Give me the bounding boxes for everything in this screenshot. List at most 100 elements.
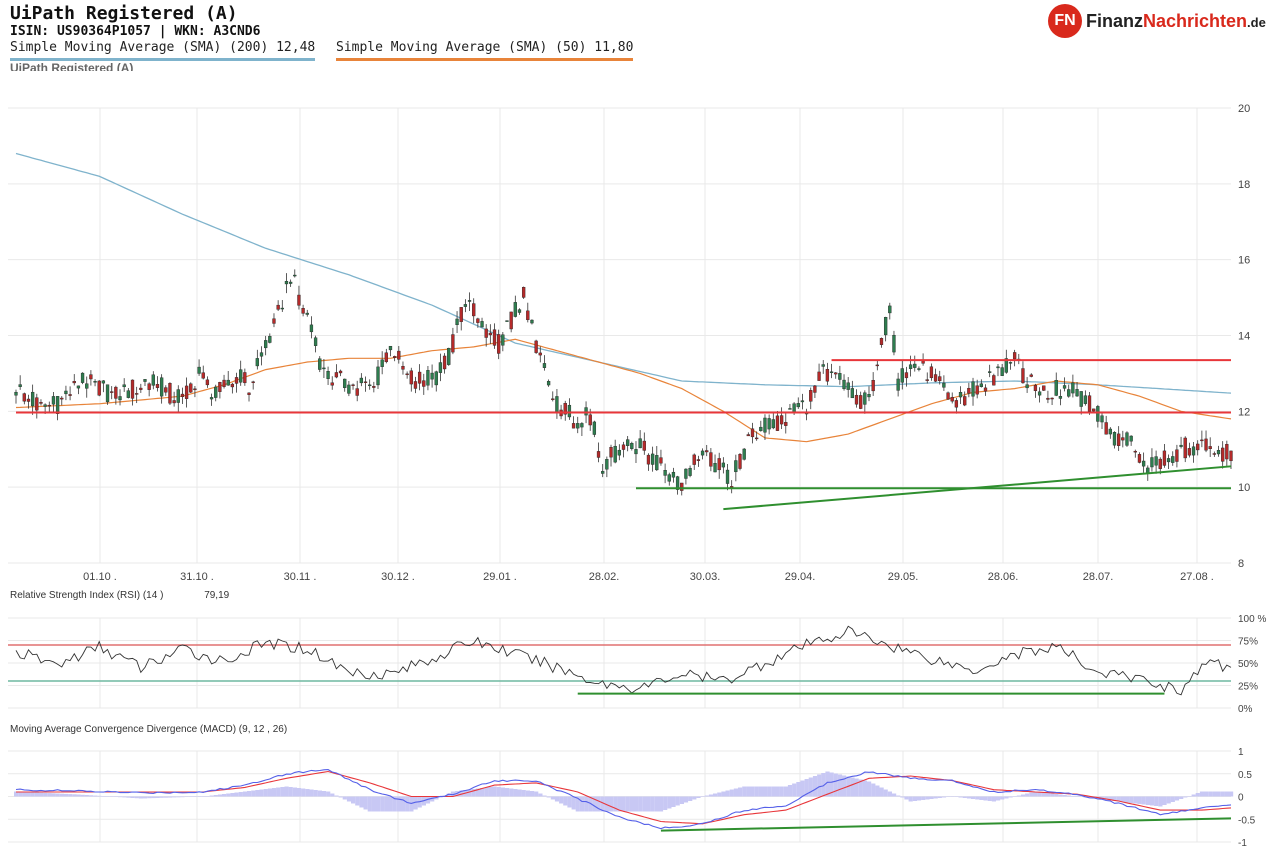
- candle-body-137: [584, 407, 588, 416]
- candle-body-287: [1208, 446, 1212, 450]
- macd-trend-line: [660, 817, 1232, 832]
- candle-body-187: [792, 403, 796, 413]
- candle-body-28: [130, 379, 135, 399]
- macd-histogram-163: [692, 796, 697, 800]
- macd-histogram-148: [629, 796, 634, 812]
- candle-body-81: [351, 384, 355, 386]
- candle-body-257: [1083, 395, 1088, 404]
- candle-body-173: [734, 460, 738, 473]
- macd-histogram-233: [983, 796, 988, 801]
- macd-histogram-236: [996, 796, 1001, 801]
- candle-body-98: [422, 380, 426, 387]
- macd-histogram-270: [1137, 796, 1142, 804]
- macd-histogram-240: [1012, 796, 1017, 797]
- candle-body-103: [442, 355, 447, 370]
- x-tick-8: 29.05.: [888, 571, 919, 583]
- macd-histogram-12: [63, 793, 69, 797]
- rsi-line: [15, 625, 1232, 696]
- candle-body-12: [64, 390, 68, 395]
- candle-body-55: [243, 372, 247, 384]
- candle-body-182: [771, 419, 775, 429]
- candle-body-207: [875, 364, 879, 367]
- candle-body-126: [538, 352, 542, 356]
- macd-histogram-25: [118, 796, 123, 798]
- macd-histogram-50: [222, 794, 227, 797]
- candle-body-63: [276, 304, 280, 310]
- candle-body-19: [93, 381, 97, 383]
- macd-histogram-32: [147, 796, 152, 799]
- macd-histogram-222: [937, 796, 942, 798]
- candle-body-168: [713, 463, 717, 473]
- candle-body-135: [576, 423, 580, 429]
- candle-body-228: [963, 396, 967, 406]
- candle-body-18: [89, 374, 93, 380]
- candle-body-205: [867, 394, 871, 398]
- candle-body-71: [309, 324, 314, 333]
- macd-histogram-149: [634, 796, 639, 812]
- macd-histogram-242: [1021, 794, 1026, 797]
- candle-body-78: [338, 370, 343, 374]
- macd-histogram-7: [43, 792, 48, 797]
- candle-body-259: [1092, 408, 1096, 412]
- macd-histogram-241: [1016, 795, 1021, 797]
- candle-body-118: [505, 320, 509, 322]
- macd-histogram-202: [854, 778, 859, 797]
- candle-body-106: [455, 318, 459, 326]
- macd-histogram-231: [975, 796, 980, 800]
- candle-body-196: [829, 371, 834, 373]
- candle-body-54: [239, 369, 243, 383]
- macd-histogram-170: [721, 791, 726, 797]
- macd-histogram-68: [296, 788, 302, 797]
- candle-body-133: [567, 404, 572, 418]
- x-tick-5: 28.02.: [589, 571, 620, 583]
- candle-body-91: [393, 356, 397, 358]
- macd-histogram-208: [879, 787, 884, 797]
- candle-body-264: [1112, 432, 1117, 446]
- candle-body-47: [209, 397, 214, 400]
- candle-body-53: [234, 377, 239, 384]
- candle-body-231: [975, 385, 979, 395]
- macd-histogram-41: [184, 796, 189, 797]
- x-tick-7: 29.04.: [785, 571, 816, 583]
- macd-histogram-76: [330, 793, 335, 797]
- macd-histogram-131: [559, 796, 564, 804]
- candle-body-201: [850, 388, 855, 399]
- candle-body-112: [480, 321, 484, 328]
- candle-body-148: [630, 443, 634, 449]
- macd-histogram-78: [338, 796, 343, 798]
- candle-body-211: [892, 334, 896, 353]
- candle-body-59: [259, 352, 264, 357]
- candle-body-62: [272, 318, 276, 324]
- macd-histogram-61: [267, 788, 272, 797]
- candle-body-76: [330, 382, 334, 386]
- candle-body-193: [817, 371, 821, 381]
- macd-histogram-73: [317, 790, 322, 797]
- candle-body-72: [313, 337, 318, 346]
- macd-histogram-16: [80, 794, 85, 797]
- candle-body-49: [218, 382, 222, 392]
- candle-body-20: [97, 380, 101, 396]
- candle-body-144: [613, 445, 617, 463]
- candle-body-124: [530, 319, 534, 324]
- candle-body-217: [917, 368, 921, 370]
- candle-body-180: [763, 417, 767, 433]
- candle-body-15: [76, 385, 81, 389]
- macd-histogram-157: [667, 796, 672, 809]
- macd-histogram-197: [833, 773, 838, 797]
- candle-body-283: [1191, 446, 1196, 456]
- candle-body-83: [359, 377, 364, 384]
- macd-histogram-153: [650, 796, 655, 812]
- candle-body-38: [172, 400, 176, 404]
- macd-histogram-55: [242, 791, 248, 797]
- macd-histogram-115: [492, 786, 497, 797]
- candle-body-13: [68, 394, 72, 396]
- candle-body-176: [746, 434, 750, 437]
- macd-histogram-183: [775, 786, 780, 797]
- macd-histogram-132: [563, 796, 568, 806]
- candle-body-234: [988, 371, 992, 373]
- candle-body-101: [434, 371, 438, 386]
- price-y-tick-4: 12: [1238, 406, 1250, 418]
- candle-body-292: [1229, 450, 1233, 462]
- macd-histogram-6: [39, 792, 44, 797]
- candle-body-158: [671, 471, 676, 478]
